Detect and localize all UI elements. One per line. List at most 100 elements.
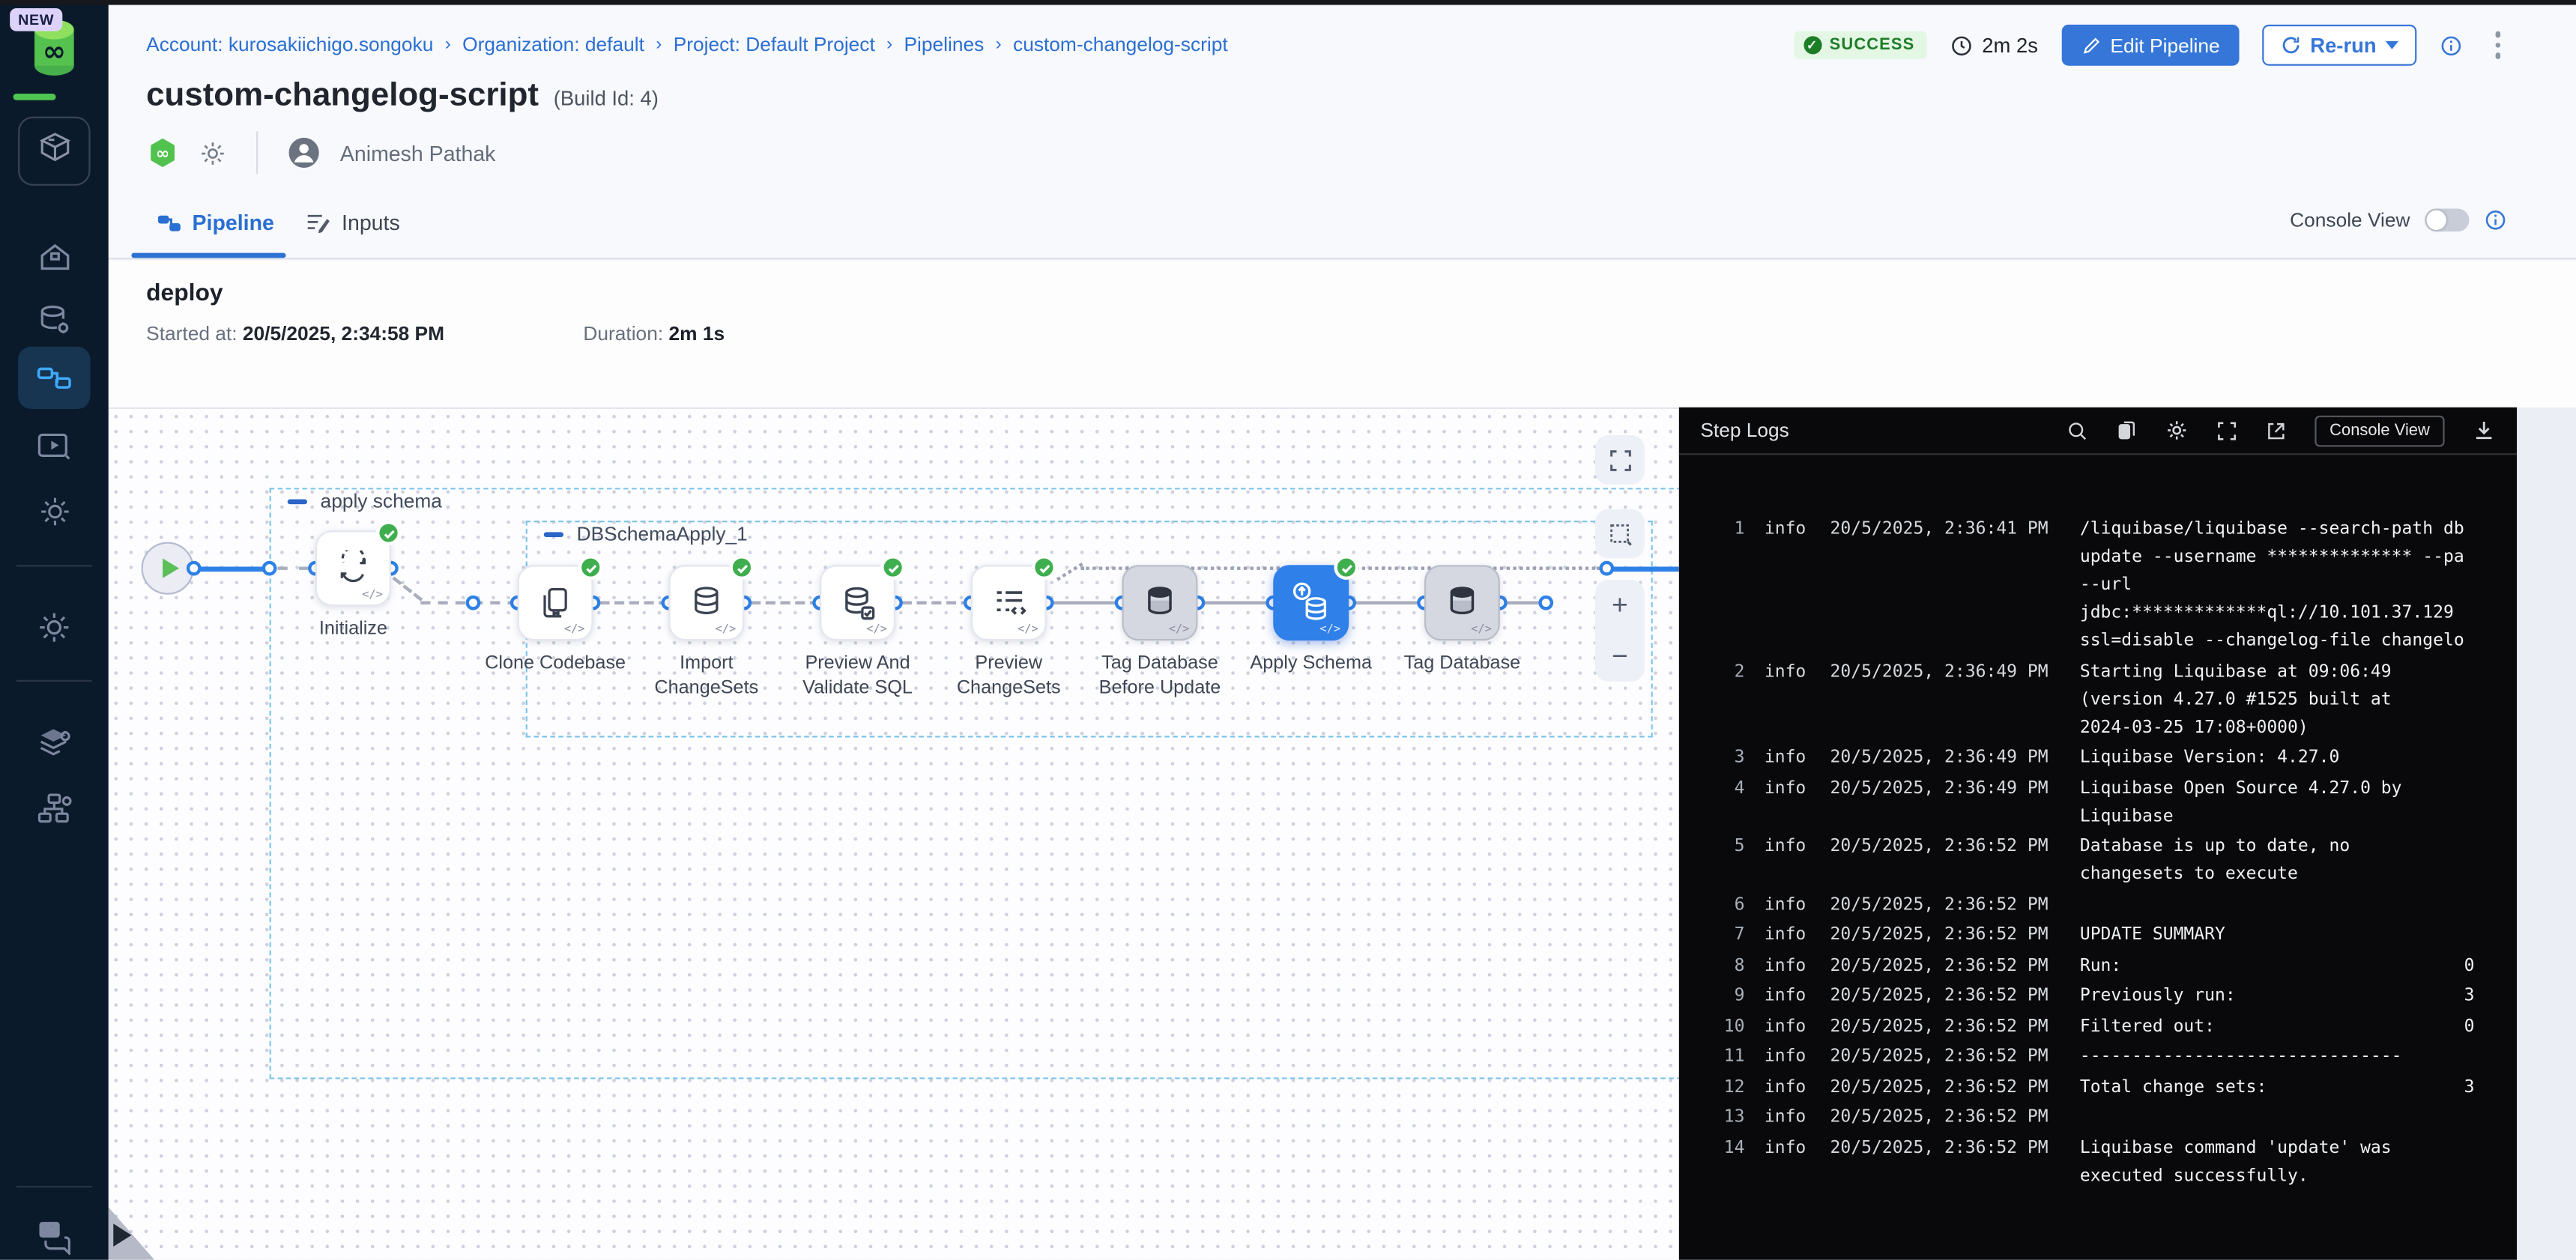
step-node-initialize[interactable]: </> [315, 530, 391, 606]
step-node-tag-database[interactable]: </> [1424, 565, 1500, 640]
info-icon[interactable] [2439, 34, 2462, 57]
step-node-import-changesets[interactable]: </> [668, 565, 744, 640]
log-timestamp: 20/5/2025, 2:36:41 PM [1830, 515, 2080, 655]
log-line-number: 3 [1679, 744, 1745, 772]
log-message: Liquibase Open Source 4.27.0 by Liquibas… [2080, 775, 2478, 831]
pipeline-module-icon: ∞ [146, 136, 179, 169]
log-level: info [1765, 833, 1830, 889]
log-level: info [1765, 891, 1830, 918]
step-label: Clone Codebase [480, 652, 631, 676]
collapse-stage-group-handle[interactable] [288, 498, 307, 503]
tab-inputs[interactable]: Inputs [306, 210, 400, 235]
step-logs-panel: Step Logs Console View [1679, 408, 2517, 1260]
pipeline-tab-icon [157, 213, 181, 232]
check-icon: ✓ [1803, 36, 1821, 54]
step-node-apply-schema-selected[interactable]: </> [1273, 565, 1349, 640]
logo-underline [13, 94, 56, 100]
zoom-in-button[interactable]: + [1612, 591, 1628, 619]
collapse-step-group-handle[interactable] [544, 531, 563, 536]
step-group-label[interactable]: DBSchemaApply_1 [577, 522, 748, 545]
tab-pipeline[interactable]: Pipeline [157, 210, 273, 235]
database-gear-icon [36, 302, 72, 338]
sidebar: ∞ NEW [0, 0, 109, 1260]
marquee-select-button[interactable] [1595, 509, 1645, 559]
breadcrumb-project[interactable]: Project: Default Project [674, 33, 875, 56]
info-icon[interactable] [2484, 208, 2507, 231]
step-node-preview-and-validate-sql[interactable]: </> [820, 565, 895, 640]
script-glyph: </> [716, 623, 737, 636]
refresh-icon [2281, 34, 2303, 56]
breadcrumb: Account: kurosakiichigo.songoku› Organiz… [146, 33, 1228, 56]
sidebar-item-databases[interactable] [0, 302, 109, 338]
changeset-list-icon [990, 584, 1027, 621]
sidebar-item-pipelines-active[interactable] [18, 347, 90, 409]
log-line-number: 13 [1679, 1103, 1745, 1131]
log-line-number: 10 [1679, 1013, 1745, 1041]
zoom-out-button[interactable]: − [1612, 642, 1628, 670]
copy-icon[interactable] [2116, 419, 2138, 442]
log-timestamp: 20/5/2025, 2:36:49 PM [1830, 775, 2080, 831]
log-timestamp: 20/5/2025, 2:36:52 PM [1830, 952, 2080, 980]
module-switcher-button[interactable] [18, 117, 90, 186]
log-output[interactable]: 1 info 20/5/2025, 2:36:41 PM /liquibase/… [1679, 455, 2517, 1260]
database-check-icon [838, 584, 876, 621]
breadcrumb-current[interactable]: custom-changelog-script [1013, 33, 1228, 56]
sidebar-item-executions[interactable] [0, 430, 109, 463]
log-message: Liquibase Version: 4.27.0 [2080, 744, 2478, 772]
build-id: (Build Id: 4) [554, 87, 659, 110]
edit-pipeline-button[interactable]: Edit Pipeline [2061, 25, 2240, 66]
sidebar-item-help[interactable]: ? [0, 1219, 109, 1255]
log-level: info [1765, 1073, 1830, 1101]
breadcrumb-account[interactable]: Account: kurosakiichigo.songoku [146, 33, 433, 56]
sidebar-item-home[interactable] [0, 240, 109, 274]
log-level: info [1765, 952, 1830, 980]
edge [599, 601, 668, 604]
log-line: 6 info 20/5/2025, 2:36:52 PM [1679, 891, 2517, 918]
svg-text:∞: ∞ [43, 34, 66, 67]
step-label: Import ChangeSets [631, 652, 782, 700]
log-line: 12 info 20/5/2025, 2:36:52 PM Total chan… [1679, 1073, 2517, 1101]
expand-panel-arrow[interactable] [113, 1224, 131, 1247]
database-icon [689, 585, 725, 621]
log-line: 10 info 20/5/2025, 2:36:52 PM Filtered o… [1679, 1013, 2517, 1041]
log-message: ------------------------------- [2080, 1043, 2478, 1070]
console-view-label: Console View [2290, 208, 2410, 231]
edge [278, 566, 309, 569]
open-external-icon[interactable] [2266, 420, 2288, 441]
fit-to-screen-button[interactable] [1595, 435, 1645, 485]
script-glyph: </> [564, 623, 585, 636]
log-line-number: 1 [1679, 515, 1745, 655]
success-check-icon [880, 555, 905, 580]
log-line-number: 5 [1679, 833, 1745, 889]
logs-console-view-button[interactable]: Console View [2315, 415, 2444, 446]
sidebar-item-environments[interactable] [0, 726, 109, 760]
edge [1053, 601, 1122, 604]
log-level: info [1765, 921, 1830, 949]
breadcrumb-pipelines[interactable]: Pipelines [904, 33, 985, 56]
log-line: 7 info 20/5/2025, 2:36:52 PM UPDATE SUMM… [1679, 921, 2517, 949]
rerun-button[interactable]: Re-run [2263, 25, 2416, 66]
download-icon[interactable] [2473, 419, 2496, 442]
search-icon[interactable] [2066, 420, 2088, 441]
sidebar-item-infrastructure[interactable] [0, 792, 109, 826]
step-node-clone-codebase[interactable]: </> [518, 565, 593, 640]
more-options-menu[interactable] [2485, 28, 2510, 62]
pipeline-settings-gear-icon[interactable] [199, 139, 226, 166]
sidebar-item-account-settings[interactable] [0, 609, 109, 645]
gear-icon[interactable] [2165, 419, 2189, 442]
edge-stage-exit [1613, 566, 1679, 571]
pipeline-graph-canvas[interactable]: apply schema DBSchemaApply_1 [109, 408, 1679, 1260]
console-view-toggle[interactable] [2425, 208, 2469, 231]
stage-group-label[interactable]: apply schema [321, 489, 442, 512]
sidebar-item-project-settings[interactable] [0, 494, 109, 529]
log-message: Previously run: 3 [2080, 982, 2478, 1010]
fullscreen-icon[interactable] [2216, 420, 2238, 441]
step-node-preview-changesets[interactable]: </> [971, 565, 1047, 640]
log-timestamp: 20/5/2025, 2:36:49 PM [1830, 658, 2080, 742]
step-node-tag-database-before-update[interactable]: </> [1122, 565, 1198, 640]
script-glyph: </> [362, 588, 383, 602]
breadcrumb-organization[interactable]: Organization: default [462, 33, 644, 56]
log-timestamp: 20/5/2025, 2:36:52 PM [1830, 982, 2080, 1010]
log-line: 8 info 20/5/2025, 2:36:52 PM Run: 0 [1679, 952, 2517, 980]
clone-icon [537, 585, 573, 621]
